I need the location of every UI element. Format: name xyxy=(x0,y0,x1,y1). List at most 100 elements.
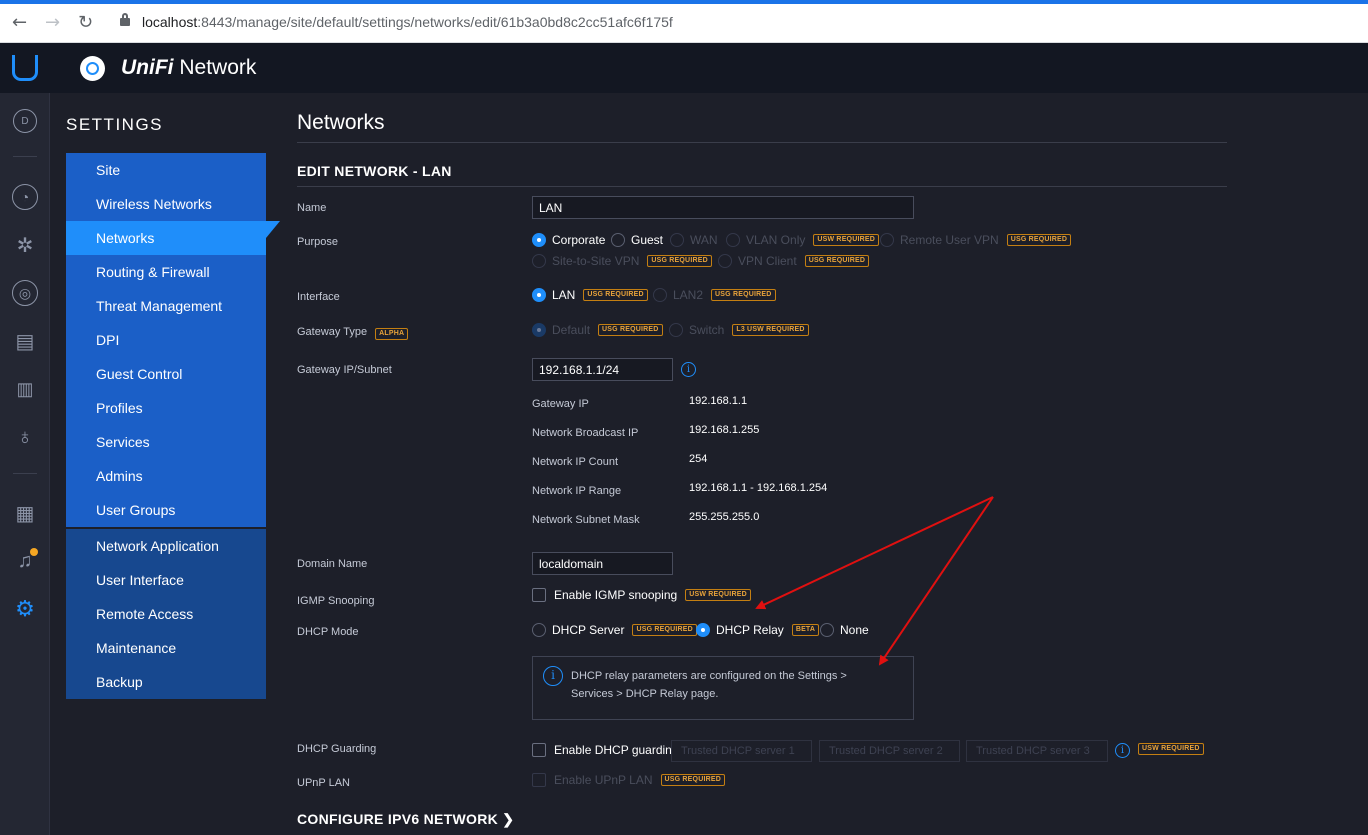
alerts-bell-icon[interactable]: ♫ xyxy=(12,548,38,574)
sidebar-item-admins[interactable]: Admins xyxy=(66,459,266,493)
purpose-corporate-radio[interactable]: Corporate xyxy=(532,233,605,247)
url-path: :8443/manage/site/default/settings/netwo… xyxy=(197,14,673,30)
sidebar-item-networks[interactable]: Networks xyxy=(66,221,280,255)
title-divider xyxy=(297,142,1227,143)
site-switcher[interactable]: D xyxy=(13,109,37,133)
sidebar-item-wireless-networks[interactable]: Wireless Networks xyxy=(66,187,266,221)
ip-count-value: 254 xyxy=(689,453,708,465)
address-bar[interactable]: localhost:8443/manage/site/default/setti… xyxy=(142,14,673,30)
sidebar-item-backup[interactable]: Backup xyxy=(66,665,266,699)
topology-icon[interactable]: ✲ xyxy=(12,232,38,258)
interface-lan2-label: LAN2 xyxy=(673,288,704,302)
section-divider xyxy=(297,186,1227,187)
usg-required-badge: USG REQUIRED xyxy=(804,255,870,267)
igmp-check-label: Enable IGMP snooping xyxy=(554,588,678,602)
url-host: localhost xyxy=(142,14,198,30)
info-icon[interactable]: i xyxy=(1115,743,1130,758)
forward-arrow-icon[interactable]: → xyxy=(45,12,60,33)
usg-required-badge: USG REQUIRED xyxy=(583,289,648,301)
notification-dot xyxy=(30,548,38,556)
usg-required-badge: USG REQUIRED xyxy=(647,255,712,267)
l3-usw-required-badge: L3 USW REQUIRED xyxy=(732,324,809,336)
purpose-guest-radio[interactable]: Guest xyxy=(611,233,663,247)
purpose-label: Purpose xyxy=(297,236,338,248)
purpose-site-to-site-vpn-label: Site-to-Site VPN xyxy=(552,254,640,268)
settings-nav-group-primary: Site Wireless Networks Networks Routing … xyxy=(66,153,280,527)
interface-lan-radio[interactable]: LAN USG REQUIRED xyxy=(532,288,648,302)
brand-suffix: Network xyxy=(179,56,257,79)
checkbox-box xyxy=(532,743,546,757)
chevron-right-icon: ❯ xyxy=(502,811,515,827)
ip-range-label: Network IP Range xyxy=(532,485,622,497)
trusted-dhcp-server-2-input: Trusted DHCP server 2 xyxy=(819,740,960,762)
name-input[interactable]: LAN xyxy=(532,196,914,219)
radio-dot xyxy=(880,233,894,247)
devices-icon[interactable]: ◎ xyxy=(12,280,38,306)
events-calendar-icon[interactable]: ▦ xyxy=(12,500,38,526)
alpha-badge: ALPHA xyxy=(375,328,409,340)
ip-range-value: 192.168.1.1 - 192.168.1.254 xyxy=(689,482,828,494)
igmp-checkbox[interactable]: Enable IGMP snooping USW REQUIRED xyxy=(532,588,751,602)
radio-dot xyxy=(611,233,625,247)
lock-icon[interactable] xyxy=(120,13,130,26)
dashboard-icon[interactable]: ◔ xyxy=(12,184,38,210)
sidebar-item-dpi[interactable]: DPI xyxy=(66,323,266,357)
usw-required-badge: USW REQUIRED xyxy=(813,234,879,246)
usw-required-badge: USW REQUIRED xyxy=(1138,743,1204,755)
subnet-mask-value: 255.255.255.0 xyxy=(689,511,760,523)
rail-divider xyxy=(13,156,37,157)
radio-dot xyxy=(532,623,546,637)
dhcp-relay-radio[interactable]: DHCP Relay BETA xyxy=(696,623,820,637)
reload-icon[interactable]: ↻ xyxy=(78,12,93,33)
radio-dot xyxy=(669,323,683,337)
back-arrow-icon[interactable]: ← xyxy=(12,12,27,33)
dhcp-guarding-label: DHCP Guarding xyxy=(297,743,377,755)
gateway-type-default-radio: Default USG REQUIRED xyxy=(532,323,663,337)
usg-required-badge: USG REQUIRED xyxy=(598,324,663,336)
sidebar-item-services[interactable]: Services xyxy=(66,425,266,459)
clients-icon[interactable]: ▤ xyxy=(12,328,38,354)
gateway-type-text: Gateway Type xyxy=(297,326,368,338)
sidebar-item-profiles[interactable]: Profiles xyxy=(66,391,266,425)
dhcp-info-line-1: DHCP relay parameters are configured on … xyxy=(571,670,847,682)
dhcp-relay-info-box: i DHCP relay parameters are configured o… xyxy=(532,656,914,720)
configure-ipv6-link[interactable]: CONFIGURE IPV6 NETWORK ❯ xyxy=(297,811,514,828)
purpose-corporate-label: Corporate xyxy=(552,233,606,247)
settings-gear-icon[interactable]: ⚙ xyxy=(12,596,38,622)
purpose-vpn-client-label: VPN Client xyxy=(738,254,797,268)
sidebar-item-threat-management[interactable]: Threat Management xyxy=(66,289,266,323)
info-icon[interactable]: i xyxy=(681,362,696,377)
sidebar-item-site[interactable]: Site xyxy=(66,153,266,187)
gateway-ip-value: 192.168.1.1 xyxy=(689,395,748,407)
sidebar-item-remote-access[interactable]: Remote Access xyxy=(66,597,266,631)
insights-icon[interactable]: ♁ xyxy=(12,424,38,450)
brand-prefix: UniFi xyxy=(121,56,174,79)
radio-dot xyxy=(532,233,546,247)
usg-required-badge: USG REQUIRED xyxy=(632,624,697,636)
sidebar-item-routing-firewall[interactable]: Routing & Firewall xyxy=(66,255,266,289)
gateway-ip-label: Gateway IP xyxy=(532,398,589,410)
dhcp-server-radio[interactable]: DHCP Server USG REQUIRED xyxy=(532,623,697,637)
icon-rail: D ◔ ✲ ◎ ▤ ▥ ♁ ▦ ♫ ⚙ xyxy=(0,43,50,835)
radio-dot xyxy=(696,623,710,637)
usg-required-badge: USG REQUIRED xyxy=(1006,234,1072,246)
domain-name-label: Domain Name xyxy=(297,558,368,570)
sidebar-item-guest-control[interactable]: Guest Control xyxy=(66,357,266,391)
dhcp-none-radio[interactable]: None xyxy=(820,623,869,637)
sidebar-item-maintenance[interactable]: Maintenance xyxy=(66,631,266,665)
domain-name-input[interactable]: localdomain xyxy=(532,552,673,575)
statistics-icon[interactable]: ▥ xyxy=(12,376,38,402)
sidebar-item-network-application[interactable]: Network Application xyxy=(66,529,266,563)
purpose-remote-user-vpn-radio: Remote User VPN USG REQUIRED xyxy=(880,233,1072,247)
gateway-subnet-input[interactable]: 192.168.1.1/24 xyxy=(532,358,673,381)
purpose-vpn-client-radio: VPN Client USG REQUIRED xyxy=(718,254,870,268)
sidebar-item-user-interface[interactable]: User Interface xyxy=(66,563,266,597)
ubiquiti-logo[interactable] xyxy=(0,43,50,93)
purpose-wan-label: WAN xyxy=(690,233,718,247)
interface-label: Interface xyxy=(297,291,340,303)
sidebar-item-user-groups[interactable]: User Groups xyxy=(66,493,266,527)
interface-lan2-radio: LAN2 USG REQUIRED xyxy=(653,288,776,302)
gateway-type-default-label: Default xyxy=(552,323,591,337)
interface-lan-label: LAN xyxy=(552,288,576,302)
dhcp-guarding-checkbox[interactable]: Enable DHCP guarding xyxy=(532,743,679,757)
